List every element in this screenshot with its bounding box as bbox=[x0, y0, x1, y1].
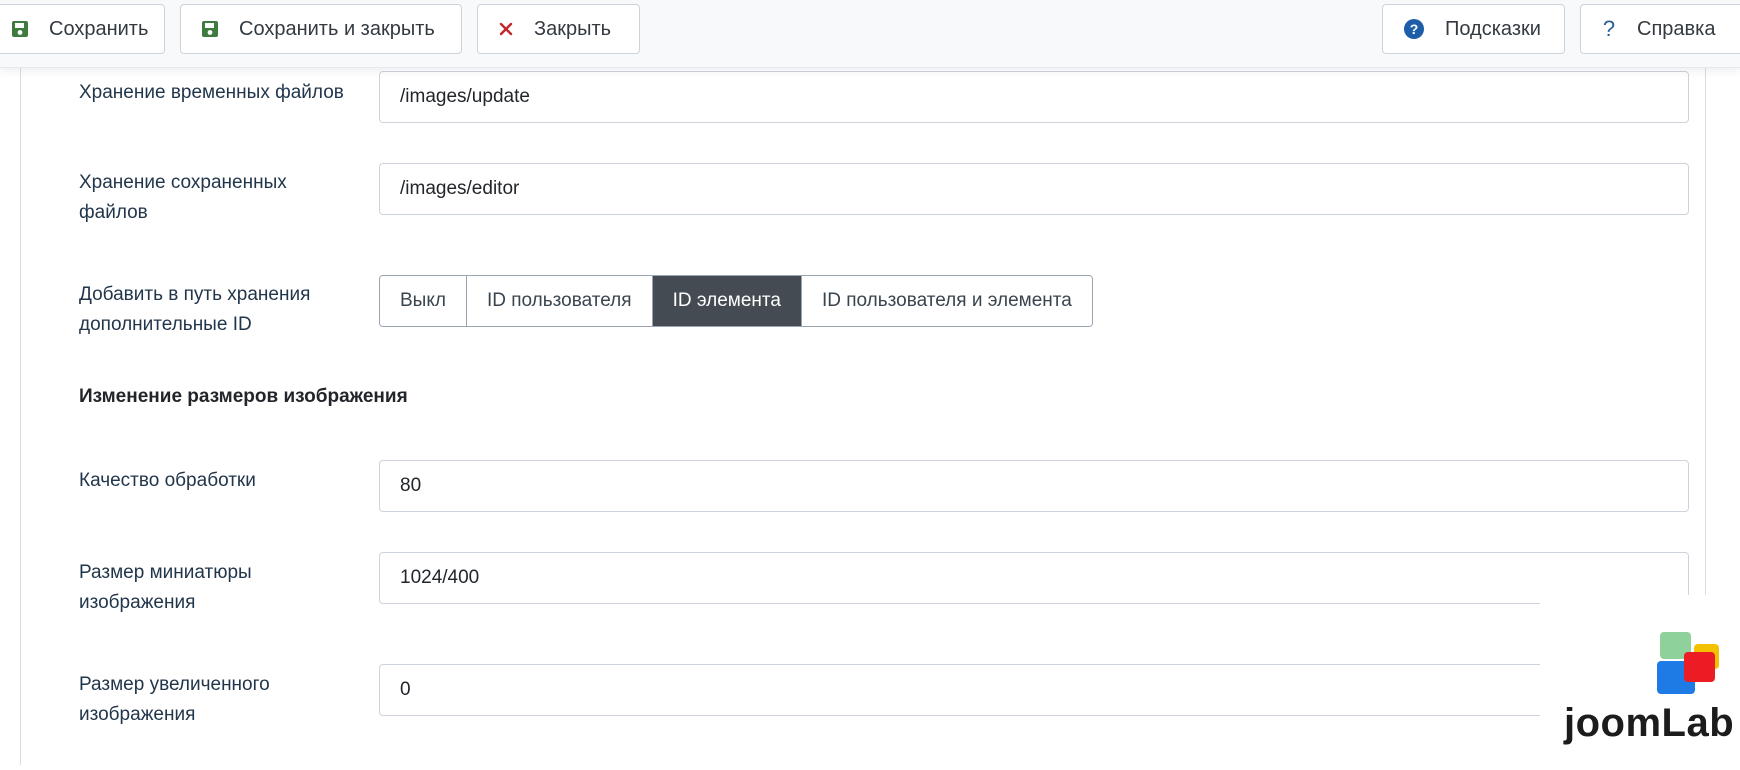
saved-storage-value: /images/editor bbox=[400, 178, 520, 199]
quality-input[interactable]: 80 bbox=[379, 460, 1689, 512]
temp-storage-label: Хранение временных файлов bbox=[79, 78, 344, 108]
extra-ids-label: Добавить в путь хранения дополнительные … bbox=[79, 280, 310, 340]
extra-ids-segmented-control: Выкл ID пользователя ID элемента ID поль… bbox=[379, 275, 1093, 327]
temp-storage-input[interactable]: /images/update bbox=[379, 71, 1689, 123]
extra-ids-option-element-id[interactable]: ID элемента bbox=[652, 276, 802, 326]
extra-ids-label-line1: Добавить в путь хранения bbox=[79, 284, 311, 305]
floppy-disk-icon bbox=[11, 20, 29, 38]
extra-ids-option-user-and-element-id[interactable]: ID пользователя и элемента bbox=[801, 276, 1092, 326]
thumb-size-label-line1: Размер миниатюры bbox=[79, 562, 252, 583]
help-button[interactable]: ? Справка bbox=[1580, 4, 1740, 54]
logo-text: joomLab bbox=[1564, 701, 1735, 745]
settings-panel: Хранение временных файлов /images/update… bbox=[20, 68, 1706, 765]
toolbar: Сохранить Сохранить и закрыть Закрыть ? bbox=[0, 0, 1740, 68]
joomlab-logo: joomLab bbox=[1540, 595, 1740, 765]
extra-ids-label-line2: дополнительные ID bbox=[79, 314, 252, 335]
save-and-close-label: Сохранить и закрыть bbox=[239, 17, 435, 40]
large-size-value: 0 bbox=[400, 679, 411, 700]
saved-storage-label-line1: Хранение сохраненных bbox=[79, 172, 287, 193]
saved-storage-input[interactable]: /images/editor bbox=[379, 163, 1689, 215]
close-button-label: Закрыть bbox=[534, 17, 612, 40]
question-circle-icon: ? bbox=[1403, 18, 1425, 40]
thumb-size-label: Размер миниатюры изображения bbox=[79, 558, 252, 618]
extra-ids-option-off[interactable]: Выкл bbox=[380, 276, 467, 326]
temp-storage-value: /images/update bbox=[400, 86, 530, 107]
quality-label: Качество обработки bbox=[79, 466, 256, 496]
save-button[interactable]: Сохранить bbox=[0, 4, 165, 54]
quality-value: 80 bbox=[400, 475, 422, 496]
extra-ids-option-user-id[interactable]: ID пользователя bbox=[466, 276, 653, 326]
thumb-size-label-line2: изображения bbox=[79, 592, 196, 613]
quality-label-text: Качество обработки bbox=[79, 470, 256, 491]
question-mark-icon: ? bbox=[1601, 18, 1617, 40]
floppy-disk-icon bbox=[201, 20, 219, 38]
saved-storage-label: Хранение сохраненных файлов bbox=[79, 168, 287, 228]
saved-storage-label-line2: файлов bbox=[79, 202, 148, 223]
large-size-input[interactable]: 0 bbox=[379, 664, 1689, 716]
thumb-size-input[interactable]: 1024/400 bbox=[379, 552, 1689, 604]
hints-button-label: Подсказки bbox=[1445, 17, 1541, 40]
large-size-label-line2: изображения bbox=[79, 704, 196, 725]
section-title: Изменение размеров изображения bbox=[79, 386, 408, 407]
save-button-label: Сохранить bbox=[49, 17, 149, 40]
save-and-close-button[interactable]: Сохранить и закрыть bbox=[180, 4, 462, 54]
large-size-label: Размер увеличенного изображения bbox=[79, 670, 270, 730]
temp-storage-label-text: Хранение временных файлов bbox=[79, 82, 344, 103]
large-size-label-line1: Размер увеличенного bbox=[79, 674, 270, 695]
svg-text:?: ? bbox=[1410, 21, 1419, 37]
close-icon bbox=[498, 21, 514, 37]
close-button[interactable]: Закрыть bbox=[477, 4, 640, 54]
help-button-label: Справка bbox=[1637, 17, 1716, 40]
hints-button[interactable]: ? Подсказки bbox=[1382, 4, 1565, 54]
thumb-size-value: 1024/400 bbox=[400, 567, 480, 588]
svg-text:?: ? bbox=[1603, 18, 1615, 40]
